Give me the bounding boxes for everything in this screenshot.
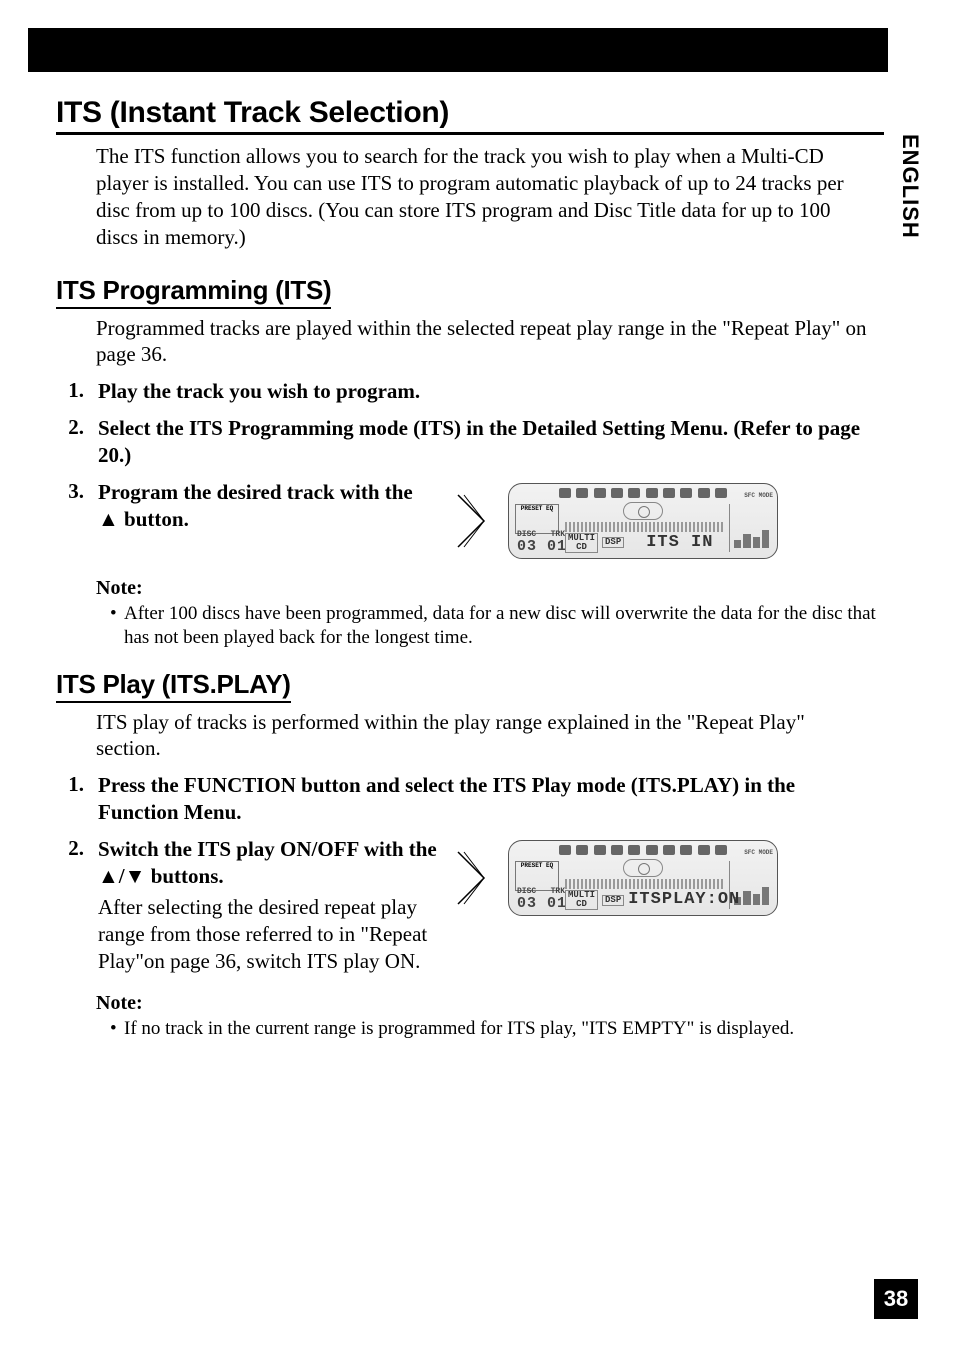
its-programming-text: Programmed tracks are played within the … <box>96 315 870 369</box>
up-triangle-icon: ▲ <box>98 507 119 531</box>
pointer-icon <box>454 850 488 906</box>
step-number: 1. <box>56 378 84 405</box>
lcd-main-text: ITS IN <box>646 532 713 554</box>
dsp-badge: DSP <box>602 537 624 548</box>
its-play-text: ITS play of tracks is performed within t… <box>96 709 870 763</box>
note-item: If no track in the current range is prog… <box>110 1017 878 1041</box>
step-text: Select the ITS Programming mode (ITS) in… <box>98 415 878 469</box>
note-block-play: Note: If no track in the current range i… <box>96 992 878 1041</box>
disc-track-readout: DISC TRK 03 01 <box>517 531 567 554</box>
note-label: Note: <box>96 992 878 1015</box>
sfc-mode-box: SFC MODE <box>729 504 773 552</box>
lcd-display-itsplay-on: PRESET EQ SFC MODE DISC TRK 03 01 <box>508 840 778 916</box>
step-text: Program the desired track with the ▲ but… <box>98 479 438 533</box>
step-number: 1. <box>56 772 84 826</box>
pointer-icon <box>454 493 488 549</box>
step-text: Switch the ITS play ON/OFF with the ▲/▼ … <box>98 836 438 890</box>
header-black-bar <box>28 28 888 72</box>
note-item: After 100 discs have been programmed, da… <box>110 602 878 651</box>
its-programming-body: Programmed tracks are played within the … <box>96 315 870 369</box>
intro-paragraph: The ITS function allows you to search fo… <box>96 143 870 251</box>
step-number: 2. <box>56 415 84 469</box>
page-number: 38 <box>874 1279 918 1319</box>
intro-text: The ITS function allows you to search fo… <box>96 143 870 251</box>
step-subtext: After selecting the desired repeat play … <box>98 894 438 975</box>
lcd-display-its-in: PRESET EQ SFC MODE DISC TRK 03 01 <box>508 483 778 559</box>
note-label: Note: <box>96 577 878 600</box>
language-tab-label: ENGLISH <box>897 134 923 239</box>
disc-track-readout: DISC TRK 03 01 <box>517 888 567 911</box>
mode-badge: MULTICD <box>565 890 598 910</box>
dsp-badge: DSP <box>602 895 624 906</box>
step-number: 2. <box>56 836 84 974</box>
lcd-main-text: ITSPLAY:ON <box>628 889 740 911</box>
step-number: 3. <box>56 479 84 559</box>
language-tab: ENGLISH <box>894 122 926 250</box>
step-text: Press the FUNCTION button and select the… <box>98 772 878 826</box>
subheading-its-play: ITS Play (ITS.PLAY) <box>56 669 291 703</box>
section-title-its: ITS (Instant Track Selection) <box>56 96 884 135</box>
mode-badge: MULTICD <box>565 533 598 553</box>
its-programming-steps: 1. Play the track you wish to program. 2… <box>56 378 878 559</box>
up-triangle-icon: ▲ <box>98 864 119 888</box>
step-text: Play the track you wish to program. <box>98 378 878 405</box>
down-triangle-icon: ▼ <box>125 864 146 888</box>
subheading-its-programming: ITS Programming (ITS) <box>56 275 331 309</box>
its-play-steps: 1. Press the FUNCTION button and select … <box>56 772 878 974</box>
note-block-prog: Note: After 100 discs have been programm… <box>96 577 878 651</box>
its-play-body: ITS play of tracks is performed within t… <box>96 709 870 763</box>
